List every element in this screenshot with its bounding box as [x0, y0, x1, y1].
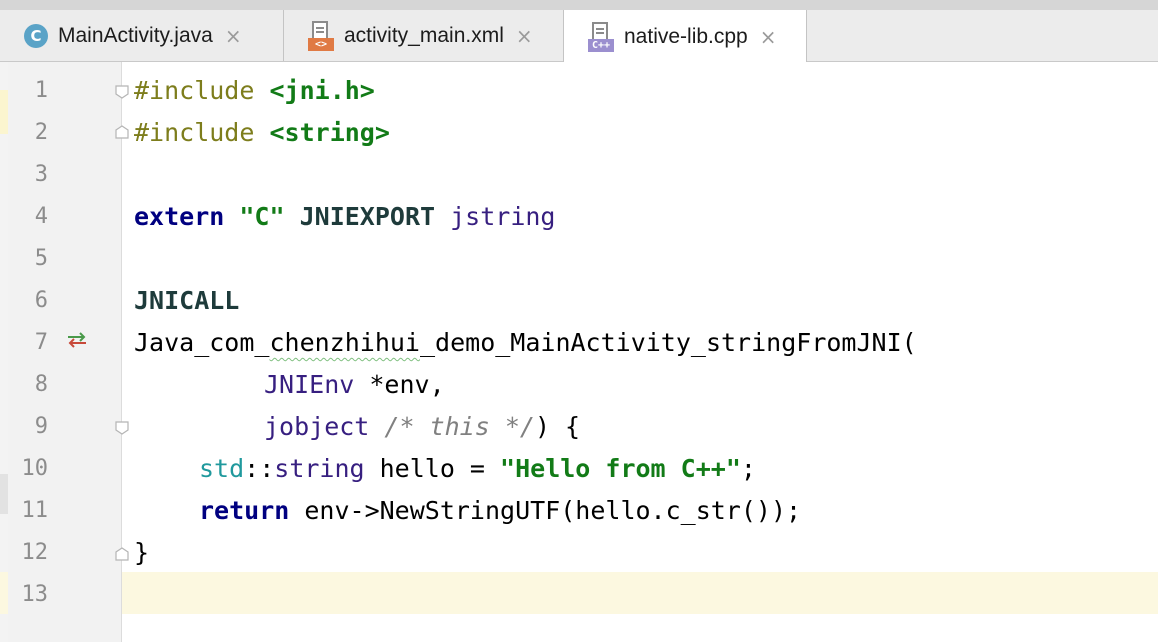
tab-main-activity-java[interactable]: C MainActivity.java × — [0, 10, 284, 61]
spelling-warning: chenzhihui — [269, 328, 420, 357]
line-number: 6 — [34, 288, 48, 313]
code-line-4[interactable]: extern "C" JNIEXPORT jstring — [134, 196, 555, 238]
code-line-9[interactable]: jobject /* this */) { — [264, 406, 580, 448]
line-number: 4 — [34, 204, 48, 229]
fold-start-icon[interactable] — [114, 84, 130, 100]
line-number: 2 — [34, 120, 48, 145]
line-number: 7 — [34, 330, 48, 355]
change-marker — [0, 474, 8, 514]
fold-end-icon[interactable] — [114, 546, 130, 562]
cpp-file-icon: C++ — [588, 21, 614, 52]
line-number: 11 — [21, 498, 49, 523]
line-number: 10 — [21, 456, 49, 481]
xml-file-icon: <> — [308, 20, 334, 51]
close-icon[interactable]: × — [760, 25, 777, 49]
left-edge-strip — [0, 62, 8, 642]
line-number: 13 — [21, 582, 49, 607]
tab-activity-main-xml[interactable]: <> activity_main.xml × — [284, 10, 564, 61]
change-marker — [0, 90, 8, 134]
line-number: 8 — [34, 372, 48, 397]
close-icon[interactable]: × — [516, 24, 533, 48]
code-line-10[interactable]: std::string hello = "Hello from C++"; — [199, 448, 756, 490]
navigate-to-declaration-icon[interactable] — [66, 322, 88, 364]
editor-tab-bar: C MainActivity.java × <> activity_main.x… — [0, 0, 1158, 63]
line-number: 1 — [34, 78, 48, 103]
java-class-icon: C — [24, 23, 48, 48]
tab-label: native-lib.cpp — [624, 24, 748, 48]
code-line-7[interactable]: Java_com_chenzhihui_demo_MainActivity_st… — [134, 322, 917, 364]
code-line-11[interactable]: return env->NewStringUTF(hello.c_str()); — [199, 490, 801, 532]
fold-start-icon[interactable] — [114, 420, 130, 436]
line-number: 9 — [34, 414, 48, 439]
line-number: 3 — [34, 162, 48, 187]
code-line-2[interactable]: #include <string> — [134, 112, 390, 154]
line-number: 12 — [21, 540, 49, 565]
code-line-6[interactable]: JNICALL — [134, 280, 239, 322]
line-number: 5 — [34, 246, 48, 271]
tab-label: MainActivity.java — [58, 23, 213, 47]
tab-native-lib-cpp[interactable]: C++ native-lib.cpp × — [563, 10, 807, 63]
current-line-highlight — [0, 572, 1158, 614]
code-line-8[interactable]: JNIEnv *env, — [264, 364, 445, 406]
code-line-12[interactable]: } — [134, 532, 149, 574]
code-line-1[interactable]: #include <jni.h> — [134, 70, 375, 112]
code-editor[interactable]: 1 2 3 4 5 6 7 8 9 10 11 12 13 #include <… — [0, 62, 1158, 642]
close-icon[interactable]: × — [225, 24, 242, 48]
tab-label: activity_main.xml — [344, 23, 504, 47]
fold-end-icon[interactable] — [114, 124, 130, 140]
